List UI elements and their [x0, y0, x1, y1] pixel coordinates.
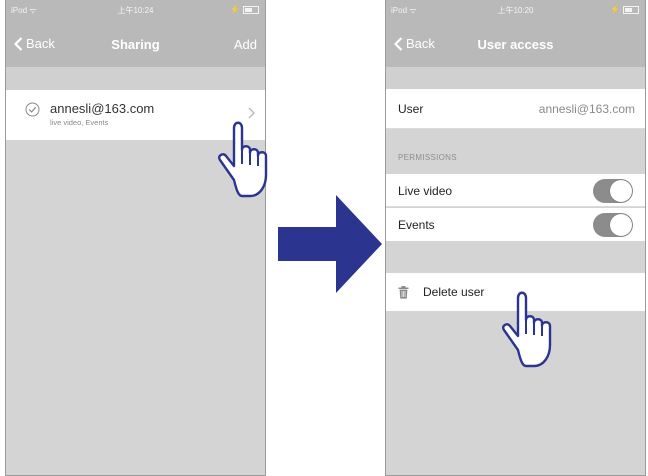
arrow-right-icon [278, 195, 382, 293]
chevron-right-icon [248, 107, 255, 119]
check-circle-icon [25, 102, 40, 117]
user-access-screen: iPod ᯤ 上午10:20 ⚡ Back User access User a… [385, 0, 646, 476]
header-spacer [386, 67, 645, 89]
user-email: annesli@163.com [538, 102, 635, 116]
account-email: annesli@163.com [50, 101, 155, 116]
user-label: User [398, 102, 424, 116]
navigation-bar: Back Sharing Add [6, 32, 265, 56]
status-bar: iPod ᯤ 上午10:24 ⚡ [6, 0, 265, 20]
top-bar: iPod ᯤ 上午10:24 ⚡ Back Sharing Add [6, 0, 265, 67]
navigation-bar: Back User access [386, 32, 645, 56]
permission-label: Live video [398, 184, 453, 198]
live-video-toggle[interactable] [593, 179, 633, 203]
permission-label: Events [398, 218, 435, 232]
battery-indicator: ⚡ [230, 5, 259, 14]
permissions-header: PERMISSIONS [398, 153, 457, 162]
trash-icon [398, 286, 409, 299]
permission-row-events: Events [386, 208, 645, 241]
page-title: Sharing [111, 37, 160, 52]
clock-label: 上午10:20 [497, 6, 534, 15]
pointing-hand-icon [218, 121, 268, 198]
status-bar: iPod ᯤ 上午10:20 ⚡ [386, 0, 645, 20]
clock-label: 上午10:24 [117, 6, 154, 15]
top-bar: iPod ᯤ 上午10:20 ⚡ Back User access [386, 0, 645, 67]
user-row: User annesli@163.com [386, 89, 645, 129]
toggle-knob [610, 214, 632, 236]
battery-icon [243, 5, 259, 14]
battery-icon [623, 5, 639, 14]
page-title: User access [477, 37, 554, 52]
charging-icon: ⚡ [610, 5, 620, 14]
permission-row-live-video: Live video [386, 174, 645, 207]
delete-user-label: Delete user [423, 285, 485, 299]
pointing-hand-icon [502, 291, 552, 368]
header-spacer [6, 67, 265, 90]
account-permissions-summary: live video, Events [50, 118, 109, 127]
battery-indicator: ⚡ [610, 5, 639, 14]
add-button[interactable]: Add [234, 37, 257, 52]
sharing-screen: iPod ᯤ 上午10:24 ⚡ Back Sharing Add annesl… [5, 0, 266, 476]
toggle-knob [610, 180, 632, 202]
events-toggle[interactable] [593, 213, 633, 237]
charging-icon: ⚡ [230, 5, 240, 14]
